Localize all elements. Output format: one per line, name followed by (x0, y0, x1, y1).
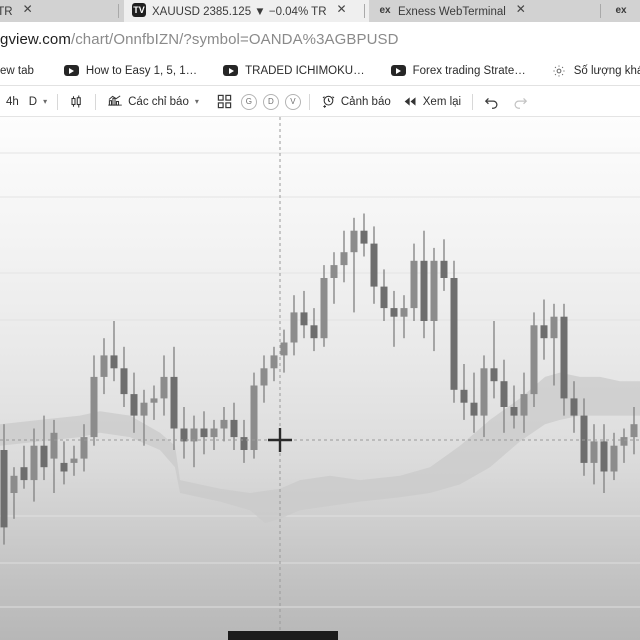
bookmark-label: ew tab (0, 64, 34, 77)
quick-button-v[interactable]: V (282, 90, 304, 114)
bookmark-traded-ichimoku[interactable]: TRADED ICHIMOKU… (215, 59, 372, 83)
timeframe-daily-button[interactable]: D ▾ (24, 90, 52, 114)
gear-icon (552, 63, 567, 78)
bookmark-label: Forex trading Strate… (412, 64, 526, 77)
tab-close-icon[interactable]: ✕ (335, 3, 349, 17)
tab-title: Exness WebTerminal (398, 6, 506, 18)
quick-button-g[interactable]: G (238, 90, 260, 114)
chart-canvas[interactable] (0, 117, 640, 640)
timeframe-4h-label: 4h (6, 95, 19, 108)
tab-strip: 125 ▼ −0.04% TR ✕ TV XAUUSD 2385.125 ▼ −… (0, 0, 640, 22)
timeframe-daily-label: D (28, 95, 38, 108)
alert-label: Cảnh báo (340, 95, 391, 108)
quick-v-label: V (284, 93, 301, 110)
indicators-icon (107, 94, 123, 109)
candlestick-icon (69, 94, 84, 109)
bookmark-how-to-easy[interactable]: How to Easy 1, 5, 1… (56, 59, 205, 83)
chart-type-button[interactable] (63, 90, 90, 114)
url-path: /chart/OnnfbIZN/?symbol=OANDA%3AGBPUSD (70, 30, 399, 48)
layout-button[interactable] (211, 90, 238, 114)
tab-divider (364, 4, 365, 18)
replay-label: Xem lại (422, 95, 462, 108)
replay-button[interactable]: Xem lại (397, 90, 467, 114)
browser-tab-partial-left[interactable]: 125 ▼ −0.04% TR ✕ (0, 0, 110, 22)
tradingview-toolbar: 4h D ▾ Các chỉ báo ▾ G D V Cảnh báo Xem … (0, 87, 640, 117)
bookmark-forex-trading-strategy[interactable]: Forex trading Strate… (383, 59, 534, 83)
browser-tab-tradingview[interactable]: TV XAUUSD 2385.125 ▼ −0.04% TR ✕ (124, 0, 369, 22)
alert-button[interactable]: Cảnh báo (315, 90, 397, 114)
chevron-down-icon: ▾ (194, 97, 199, 106)
candlestick-chart (0, 117, 640, 640)
youtube-icon (63, 63, 79, 78)
bookmark-new-tab[interactable]: ew tab (0, 59, 42, 83)
quick-d-label: D (262, 93, 279, 110)
bookmark-so-luong-kham-benh[interactable]: Số lượng khám bện… (544, 59, 640, 83)
bookmark-label: Số lượng khám bện… (573, 64, 640, 77)
tab-title: XAUUSD 2385.125 ▼ −0.04% TR (152, 6, 327, 18)
rewind-icon (403, 95, 418, 108)
bookmark-label: How to Easy 1, 5, 1… (85, 64, 198, 77)
tab-divider (118, 4, 119, 18)
toolbar-divider (472, 93, 474, 110)
undo-arrow-icon (484, 95, 500, 109)
indicators-button[interactable]: Các chỉ báo ▾ (101, 90, 205, 114)
bookmarks-bar: ew tab How to Easy 1, 5, 1… TRADED ICHIM… (0, 56, 640, 86)
exness-icon: ex (615, 4, 627, 16)
alarm-clock-icon (321, 94, 336, 109)
grid-layout-icon (217, 94, 232, 109)
url-text: gview.com/chart/OnnfbIZN/?symbol=OANDA%3… (0, 31, 399, 48)
redo-arrow-icon (512, 95, 528, 109)
address-bar[interactable]: gview.com/chart/OnnfbIZN/?symbol=OANDA%3… (0, 22, 640, 56)
redo-button[interactable] (506, 90, 534, 114)
tab-divider (600, 4, 601, 18)
bookmark-label: TRADED ICHIMOKU… (245, 64, 365, 77)
tab-close-icon[interactable]: ✕ (514, 3, 528, 17)
toolbar-divider (308, 93, 310, 110)
undo-button[interactable] (478, 90, 506, 114)
url-host: gview.com (0, 30, 71, 48)
timeframe-4h-button[interactable]: 4h (0, 90, 24, 114)
tab-title: 125 ▼ −0.04% TR (0, 6, 13, 18)
toolbar-divider (57, 93, 59, 110)
indicators-label: Các chỉ báo (128, 95, 189, 108)
quick-g-label: G (240, 93, 257, 110)
quick-button-d[interactable]: D (260, 90, 282, 114)
browser-tab-exness[interactable]: ex Exness WebTerminal ✕ (370, 0, 606, 22)
crosshair-time-label (228, 631, 338, 640)
exness-icon: ex (379, 4, 391, 16)
browser-tab-partial-right[interactable]: ex (606, 0, 640, 22)
browser-window: 125 ▼ −0.04% TR ✕ TV XAUUSD 2385.125 ▼ −… (0, 0, 640, 640)
youtube-icon (223, 63, 239, 78)
chevron-down-icon: ▾ (43, 97, 48, 106)
youtube-icon (390, 63, 406, 78)
toolbar-divider (95, 93, 97, 110)
tradingview-icon: TV (132, 3, 146, 17)
tab-close-icon[interactable]: ✕ (21, 3, 35, 17)
